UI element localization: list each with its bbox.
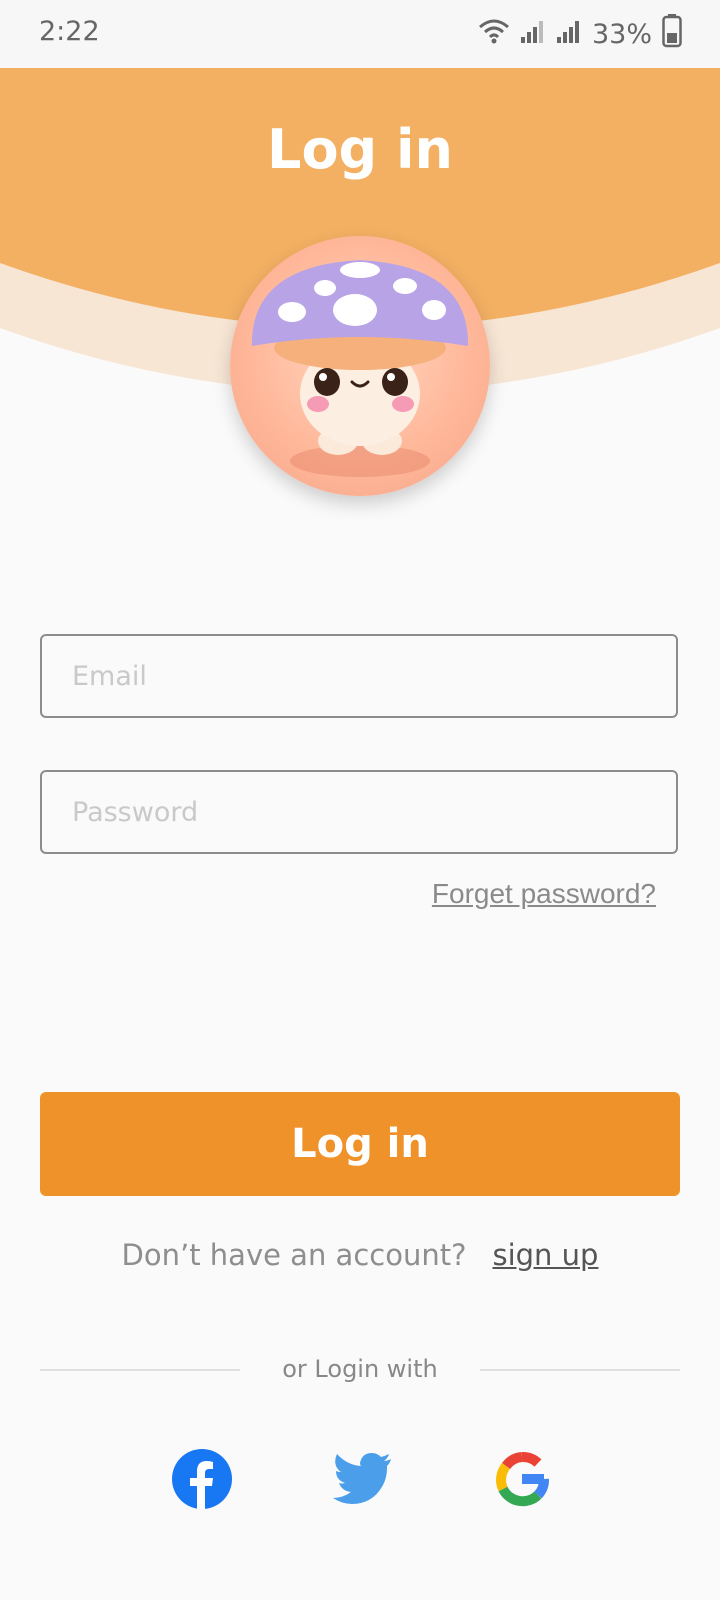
status-bar: 2:22 33% (0, 0, 720, 68)
battery-icon (662, 14, 682, 55)
email-field[interactable] (40, 634, 678, 718)
signup-link[interactable]: sign up (492, 1238, 598, 1272)
signal-icon (520, 18, 546, 51)
status-time: 2:22 (39, 16, 100, 47)
forgot-password-link[interactable]: Forget password? (432, 878, 656, 910)
signal-icon (556, 18, 582, 51)
divider-line-right (480, 1369, 680, 1371)
password-field[interactable] (40, 770, 678, 854)
status-icons: 33% (478, 14, 682, 55)
signup-row: Don’t have an account? sign up (0, 1238, 720, 1272)
wifi-icon (478, 18, 510, 51)
twitter-icon[interactable] (331, 1447, 395, 1511)
facebook-icon[interactable] (170, 1447, 234, 1511)
mushroom-character-icon (230, 236, 490, 496)
google-icon[interactable] (490, 1447, 554, 1511)
signup-prompt: Don’t have an account? (121, 1238, 467, 1272)
login-button[interactable]: Log in (40, 1092, 680, 1196)
page-title: Log in (267, 118, 453, 181)
battery-label: 33% (591, 19, 652, 50)
